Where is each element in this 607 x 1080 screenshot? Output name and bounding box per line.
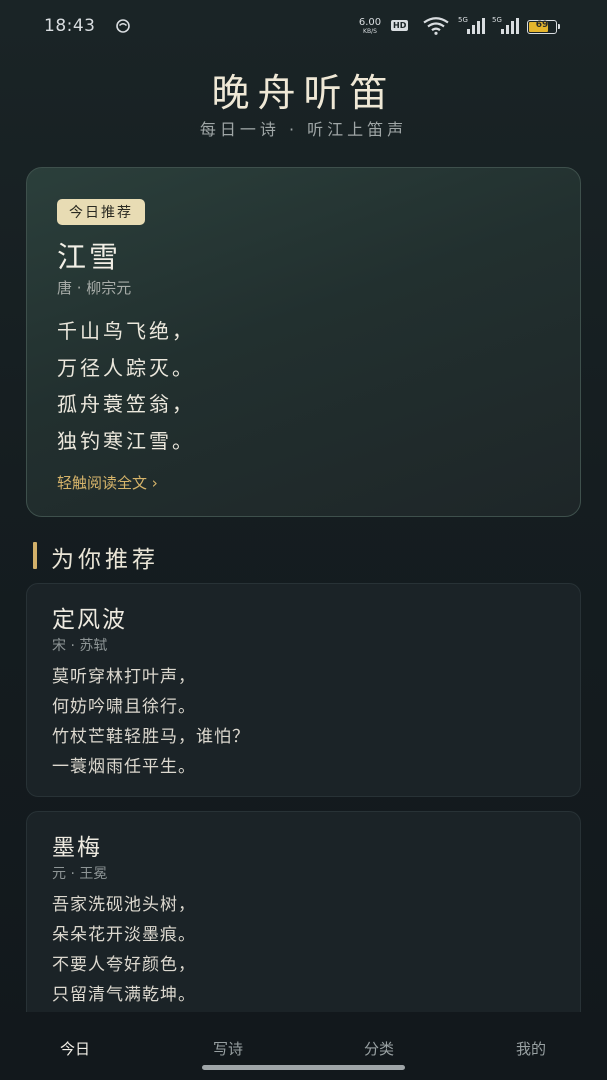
- poem-title: 定风波: [52, 607, 127, 633]
- poem-line: 独钓寒江雪。: [57, 428, 195, 453]
- read-full-text-link[interactable]: 轻触阅读全文 ›: [57, 472, 158, 493]
- poem-line: 只留清气满乾坤。: [52, 985, 196, 1005]
- featured-poem-author: 唐 · 柳宗元: [57, 279, 132, 297]
- poem-author: 宋 · 苏轼: [52, 638, 108, 654]
- poem-author: 元 · 王冕: [52, 866, 108, 882]
- network-speed: 6.00 KB/S: [355, 18, 385, 35]
- featured-poem-title: 江雪: [57, 240, 122, 274]
- poem-line: 不要人夸好颜色，: [52, 955, 196, 975]
- poem-line: 何妨吟啸且徐行。: [52, 697, 196, 717]
- poem-line: 吾家洗砚池头树，: [52, 895, 196, 915]
- status-bar: 18:43 6.00 KB/S HD 5G 5G 69: [0, 0, 607, 54]
- poem-line: 万径人踪灭。: [57, 355, 195, 380]
- poem-line: 竹杖芒鞋轻胜马，谁怕？: [52, 727, 250, 747]
- status-time: 18:43: [44, 16, 96, 36]
- hd-badge: HD: [391, 20, 409, 31]
- poem-card[interactable]: 墨梅 元 · 王冕 吾家洗砚池头树， 朵朵花开淡墨痕。 不要人夸好颜色， 只留清…: [26, 811, 581, 1041]
- section-title: 为你推荐: [51, 547, 159, 573]
- poem-lines: 莫听穿林打叶声， 何妨吟啸且徐行。 竹杖芒鞋轻胜马，谁怕？ 一蓑烟雨任平生。: [52, 662, 250, 782]
- network-speed-value: 6.00: [358, 17, 382, 28]
- wifi-icon: [423, 17, 449, 35]
- battery-icon: 69: [527, 20, 560, 34]
- signal-label: 5G: [492, 16, 502, 24]
- network-speed-unit: KB/S: [363, 28, 377, 35]
- section-accent-bar: [33, 542, 37, 569]
- home-indicator[interactable]: [202, 1065, 405, 1070]
- nav-tab-write[interactable]: 写诗: [188, 1038, 268, 1059]
- poem-title: 墨梅: [52, 835, 102, 861]
- poem-line: 朵朵花开淡墨痕。: [52, 925, 196, 945]
- poem-line: 一蓑烟雨任平生。: [52, 757, 196, 777]
- signal-strength-icon: 5G: [492, 16, 520, 36]
- app-subtitle: 每日一诗 · 听江上笛声: [199, 120, 408, 139]
- app-notification-icon: [116, 19, 130, 33]
- poem-lines: 吾家洗砚池头树， 朵朵花开淡墨痕。 不要人夸好颜色， 只留清气满乾坤。: [52, 890, 196, 1010]
- today-recommend-badge: 今日推荐: [57, 199, 145, 225]
- app-title: 晚舟听笛: [211, 71, 396, 115]
- featured-poem-lines: 千山鸟飞绝， 万径人踪灭。 孤舟蓑笠翁， 独钓寒江雪。: [57, 313, 195, 459]
- featured-poem-card[interactable]: 今日推荐 江雪 唐 · 柳宗元 千山鸟飞绝， 万径人踪灭。 孤舟蓑笠翁， 独钓寒…: [26, 167, 581, 517]
- poem-line: 千山鸟飞绝，: [57, 319, 195, 343]
- signal-strength-icon: 5G: [458, 16, 486, 36]
- poem-card[interactable]: 定风波 宋 · 苏轼 莫听穿林打叶声， 何妨吟啸且徐行。 竹杖芒鞋轻胜马，谁怕？…: [26, 583, 581, 797]
- nav-tab-mine[interactable]: 我的: [491, 1038, 571, 1059]
- nav-tab-category[interactable]: 分类: [339, 1038, 419, 1059]
- nav-tab-today[interactable]: 今日: [35, 1038, 115, 1059]
- signal-label: 5G: [458, 16, 468, 24]
- poem-line: 莫听穿林打叶声，: [52, 667, 196, 687]
- poem-line: 孤舟蓑笠翁，: [57, 392, 195, 416]
- battery-level: 69: [535, 20, 549, 30]
